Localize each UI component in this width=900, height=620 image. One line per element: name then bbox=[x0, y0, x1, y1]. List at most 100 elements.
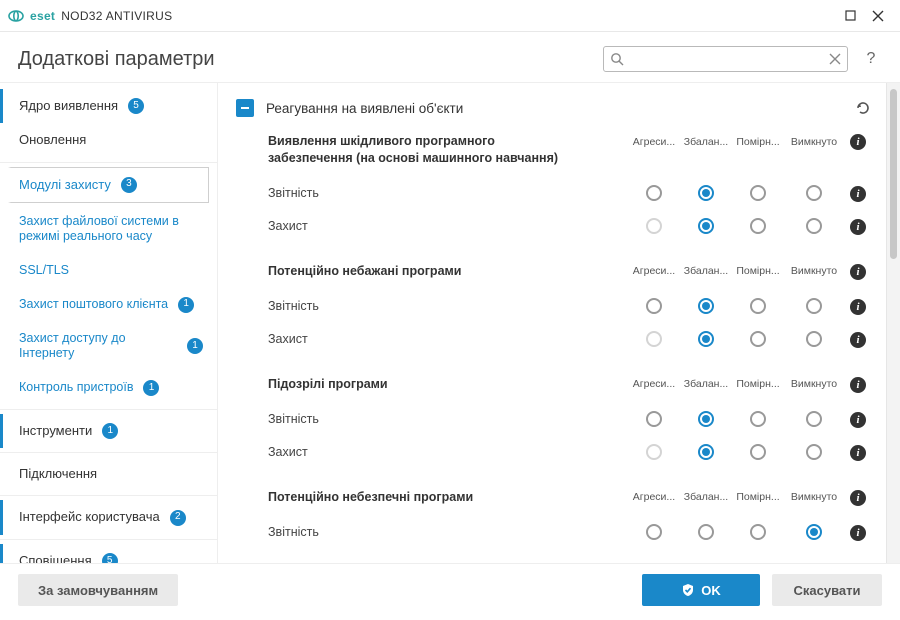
radio-option-3[interactable] bbox=[806, 218, 822, 234]
radio-option-0[interactable] bbox=[646, 331, 662, 347]
radio-option-1[interactable] bbox=[698, 218, 714, 234]
info-icon[interactable]: i bbox=[850, 377, 866, 393]
radio-option-2[interactable] bbox=[750, 185, 766, 201]
minus-icon bbox=[240, 103, 250, 113]
search-input[interactable] bbox=[630, 52, 823, 66]
radio-option-2[interactable] bbox=[750, 218, 766, 234]
product-name: NOD32 ANTIVIRUS bbox=[61, 9, 172, 23]
radio-option-0[interactable] bbox=[646, 298, 662, 314]
radio-cell bbox=[784, 185, 844, 201]
radio-option-0[interactable] bbox=[646, 411, 662, 427]
info-icon[interactable]: i bbox=[850, 219, 866, 235]
radio-option-1[interactable] bbox=[698, 298, 714, 314]
sidebar-item-realtime-fs[interactable]: Захист файлової системи в режимі реально… bbox=[0, 205, 217, 254]
help-button[interactable]: ? bbox=[860, 48, 882, 70]
radio-option-3[interactable] bbox=[806, 298, 822, 314]
sidebar-item-updates[interactable]: Оновлення bbox=[0, 123, 217, 157]
sidebar-item-label: SSL/TLS bbox=[19, 263, 69, 279]
radio-cell bbox=[784, 218, 844, 234]
radio-option-3[interactable] bbox=[806, 444, 822, 460]
sidebar-item-ssl-tls[interactable]: SSL/TLS bbox=[0, 254, 217, 288]
info-icon[interactable]: i bbox=[850, 525, 866, 541]
sidebar-item-device-control[interactable]: Контроль пристроїв 1 bbox=[0, 371, 217, 405]
radio-cell bbox=[628, 185, 680, 201]
radio-cell bbox=[680, 524, 732, 540]
sidebar-item-connection[interactable]: Підключення bbox=[0, 457, 217, 491]
radio-option-2[interactable] bbox=[750, 411, 766, 427]
radio-cell bbox=[784, 331, 844, 347]
eset-logo-icon bbox=[8, 8, 24, 24]
radio-option-2[interactable] bbox=[750, 298, 766, 314]
radio-option-1[interactable] bbox=[698, 185, 714, 201]
settings-row: Звітністьi bbox=[268, 516, 872, 549]
radio-option-0[interactable] bbox=[646, 185, 662, 201]
undo-icon bbox=[854, 99, 872, 117]
sidebar-item-tools[interactable]: Інструменти 1 bbox=[0, 414, 217, 448]
radio-option-3[interactable] bbox=[806, 524, 822, 540]
radio-option-1[interactable] bbox=[698, 524, 714, 540]
column-label-off: Вимкнуто bbox=[784, 265, 844, 277]
sidebar-item-web-access[interactable]: Захист доступу до Інтернету 1 bbox=[0, 322, 217, 371]
radio-cell bbox=[784, 524, 844, 540]
sidebar-item-protection-modules[interactable]: Модулі захисту 3 bbox=[8, 167, 209, 203]
radio-option-2[interactable] bbox=[750, 524, 766, 540]
window-maximize-button[interactable] bbox=[836, 2, 864, 30]
search-icon bbox=[610, 52, 624, 66]
radio-option-0[interactable] bbox=[646, 218, 662, 234]
radio-option-3[interactable] bbox=[806, 411, 822, 427]
clear-search-icon[interactable] bbox=[829, 53, 841, 65]
radio-option-1[interactable] bbox=[698, 444, 714, 460]
column-label-balanced: Збалан... bbox=[680, 265, 732, 277]
column-label-balanced: Збалан... bbox=[680, 378, 732, 390]
sidebar-item-notifications[interactable]: Сповіщення 5 bbox=[0, 544, 217, 563]
undo-button[interactable] bbox=[854, 99, 872, 117]
settings-group: Потенційно небажані програмиАгреси...Зба… bbox=[226, 255, 882, 368]
ok-button[interactable]: OK bbox=[642, 574, 760, 606]
info-icon[interactable]: i bbox=[850, 134, 866, 150]
sidebar-item-label: Захист файлової системи в режимі реально… bbox=[19, 214, 201, 245]
radio-cell bbox=[628, 444, 680, 460]
footer: За замовчуванням OK Скасувати bbox=[0, 563, 900, 620]
sidebar-item-label: Оновлення bbox=[19, 132, 86, 148]
sidebar-item-detection-core[interactable]: Ядро виявлення 5 bbox=[0, 89, 217, 123]
radio-group: i bbox=[628, 411, 872, 428]
sidebar-badge: 1 bbox=[178, 297, 194, 313]
column-labels: Агреси...Збалан...Помірн...Вимкнутоi bbox=[628, 133, 872, 150]
radio-cell bbox=[732, 185, 784, 201]
header: Додаткові параметри ? bbox=[0, 32, 900, 83]
page-title: Додаткові параметри bbox=[18, 48, 591, 71]
radio-cell bbox=[628, 331, 680, 347]
scrollbar-track[interactable] bbox=[886, 83, 900, 563]
scrollbar-thumb[interactable] bbox=[890, 89, 897, 259]
radio-option-1[interactable] bbox=[698, 411, 714, 427]
info-icon[interactable]: i bbox=[850, 264, 866, 280]
radio-option-0[interactable] bbox=[646, 444, 662, 460]
radio-option-0[interactable] bbox=[646, 524, 662, 540]
cancel-button[interactable]: Скасувати bbox=[772, 574, 882, 606]
group-head: Підозрілі програмиАгреси...Збалан...Помі… bbox=[268, 376, 872, 393]
radio-option-2[interactable] bbox=[750, 331, 766, 347]
info-icon[interactable]: i bbox=[850, 412, 866, 428]
info-icon[interactable]: i bbox=[850, 490, 866, 506]
radio-cell bbox=[680, 331, 732, 347]
info-icon[interactable]: i bbox=[850, 299, 866, 315]
sidebar-item-mail-client[interactable]: Захист поштового клієнта 1 bbox=[0, 288, 217, 322]
window-close-button[interactable] bbox=[864, 2, 892, 30]
sidebar-badge: 2 bbox=[170, 510, 186, 526]
info-icon[interactable]: i bbox=[850, 445, 866, 461]
sidebar-item-label: Захист доступу до Інтернету bbox=[19, 331, 177, 362]
sidebar-item-ui[interactable]: Інтерфейс користувача 2 bbox=[0, 500, 217, 534]
radio-cell bbox=[732, 218, 784, 234]
defaults-button[interactable]: За замовчуванням bbox=[18, 574, 178, 606]
radio-option-2[interactable] bbox=[750, 444, 766, 460]
collapse-button[interactable] bbox=[236, 99, 254, 117]
info-icon[interactable]: i bbox=[850, 332, 866, 348]
radio-option-3[interactable] bbox=[806, 185, 822, 201]
radio-option-1[interactable] bbox=[698, 331, 714, 347]
column-label-moderate: Помірн... bbox=[732, 378, 784, 390]
column-label-off: Вимкнуто bbox=[784, 378, 844, 390]
search-box[interactable] bbox=[603, 46, 848, 72]
radio-option-3[interactable] bbox=[806, 331, 822, 347]
settings-row: Захистi bbox=[268, 323, 872, 356]
info-icon[interactable]: i bbox=[850, 186, 866, 202]
